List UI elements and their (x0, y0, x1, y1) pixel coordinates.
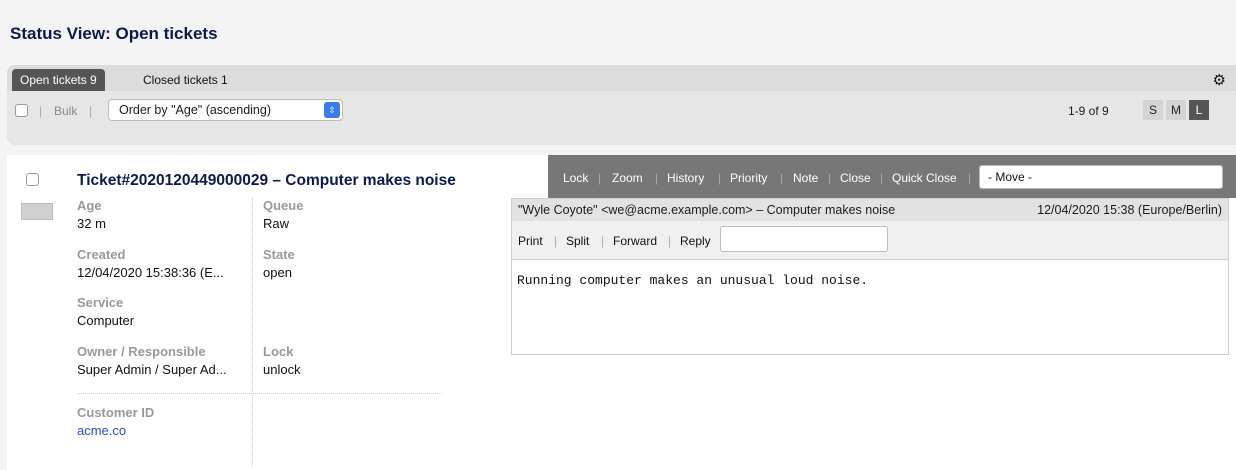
field-label: Owner / Responsible (77, 344, 206, 359)
reply-select[interactable] (720, 226, 888, 252)
field-value: Super Admin / Super Ad... (77, 362, 227, 377)
field-label: State (263, 247, 295, 262)
customer-id-link[interactable]: acme.co (77, 423, 247, 438)
field-created: Created 12/04/2020 15:38:36 (E... (77, 247, 247, 280)
ticket-checkbox[interactable] (26, 173, 39, 186)
bulk-link[interactable]: Bulk (54, 104, 77, 118)
size-small-button[interactable]: S (1143, 100, 1163, 120)
field-label: Customer ID (77, 405, 155, 420)
pagination-info: 1-9 of 9 (1068, 104, 1109, 118)
zoom-action[interactable]: Zoom (612, 171, 643, 185)
ticket-view-panel: Open tickets 9 Closed tickets 1 ⚙ | Bulk… (7, 65, 1236, 145)
separator: | (598, 171, 602, 185)
size-medium-button[interactable]: M (1166, 100, 1186, 120)
priority-indicator (21, 203, 53, 220)
separator: | (668, 234, 672, 248)
close-action[interactable]: Close (840, 171, 871, 185)
divider (77, 393, 442, 394)
separator: | (880, 171, 884, 185)
article-header: "Wyle Coyote" <we@acme.example.com> – Co… (512, 199, 1228, 221)
separator: | (554, 234, 558, 248)
ticket-item: Ticket#2020120449000029 – Computer makes… (7, 155, 1236, 470)
quick-close-action[interactable]: Quick Close (892, 171, 957, 185)
field-state: State open (263, 247, 433, 280)
tab-closed-tickets[interactable]: Closed tickets 1 (135, 69, 236, 91)
separator: | (39, 104, 43, 118)
move-select[interactable]: - Move - (979, 165, 1223, 189)
order-by-value: Order by "Age" (ascending) (119, 103, 272, 117)
history-action[interactable]: History (667, 171, 704, 185)
tab-row: Open tickets 9 Closed tickets 1 ⚙ (7, 65, 1236, 91)
separator: | (89, 104, 93, 118)
field-lock: Lock unlock (263, 344, 433, 377)
separator: | (655, 171, 659, 185)
forward-action[interactable]: Forward (613, 234, 657, 248)
size-large-button[interactable]: L (1189, 100, 1209, 120)
article-date: 12/04/2020 15:38 (Europe/Berlin) (1037, 203, 1222, 217)
separator: | (968, 171, 972, 185)
move-select-value: - Move - (988, 170, 1033, 184)
article-action-bar: Print | Split | Forward | Reply (512, 221, 1228, 260)
tab-open-tickets[interactable]: Open tickets 9 (12, 69, 105, 91)
field-value: Raw (263, 216, 290, 231)
field-label: Created (77, 247, 126, 262)
priority-action[interactable]: Priority (730, 171, 767, 185)
field-value: 32 m (77, 216, 106, 231)
ticket-action-bar: Lock | Zoom | History | Priority | Note … (548, 155, 1236, 198)
ticket-title[interactable]: Ticket#2020120449000029 – Computer makes… (77, 172, 456, 190)
separator: | (718, 171, 722, 185)
field-queue: Queue Raw (263, 198, 433, 231)
field-label: Service (77, 295, 124, 310)
article-body: Running computer makes an unusual loud n… (517, 273, 869, 288)
split-action[interactable]: Split (566, 234, 589, 248)
lock-action[interactable]: Lock (563, 171, 588, 185)
gear-icon[interactable]: ⚙ (1213, 71, 1226, 89)
order-by-select[interactable]: Order by "Age" (ascending) ⇳ (108, 99, 343, 121)
field-value: open (263, 265, 292, 280)
field-owner: Owner / Responsible Super Admin / Super … (77, 344, 247, 377)
reply-action[interactable]: Reply (680, 234, 711, 248)
control-row: | Bulk | Order by "Age" (ascending) ⇳ 1-… (7, 99, 1236, 123)
divider (252, 198, 253, 468)
separator: | (601, 234, 605, 248)
field-value: unlock (263, 362, 301, 377)
field-customer-id: Customer ID acme.co (77, 405, 247, 438)
field-label: Queue (263, 198, 304, 213)
note-action[interactable]: Note (793, 171, 818, 185)
separator: | (828, 171, 832, 185)
field-value: 12/04/2020 15:38:36 (E... (77, 265, 224, 280)
field-value: Computer (77, 313, 135, 328)
select-arrows-icon: ⇳ (324, 102, 340, 118)
separator: | (780, 171, 784, 185)
select-all-checkbox[interactable] (15, 104, 28, 117)
field-age: Age 32 m (77, 198, 247, 231)
article-from[interactable]: "Wyle Coyote" <we@acme.example.com> – Co… (518, 203, 895, 217)
field-label: Lock (263, 344, 294, 359)
field-service: Service Computer (77, 295, 247, 328)
page-title: Status View: Open tickets (10, 24, 218, 43)
print-action[interactable]: Print (518, 234, 543, 248)
article-preview: "Wyle Coyote" <we@acme.example.com> – Co… (511, 198, 1229, 355)
field-label: Age (77, 198, 102, 213)
